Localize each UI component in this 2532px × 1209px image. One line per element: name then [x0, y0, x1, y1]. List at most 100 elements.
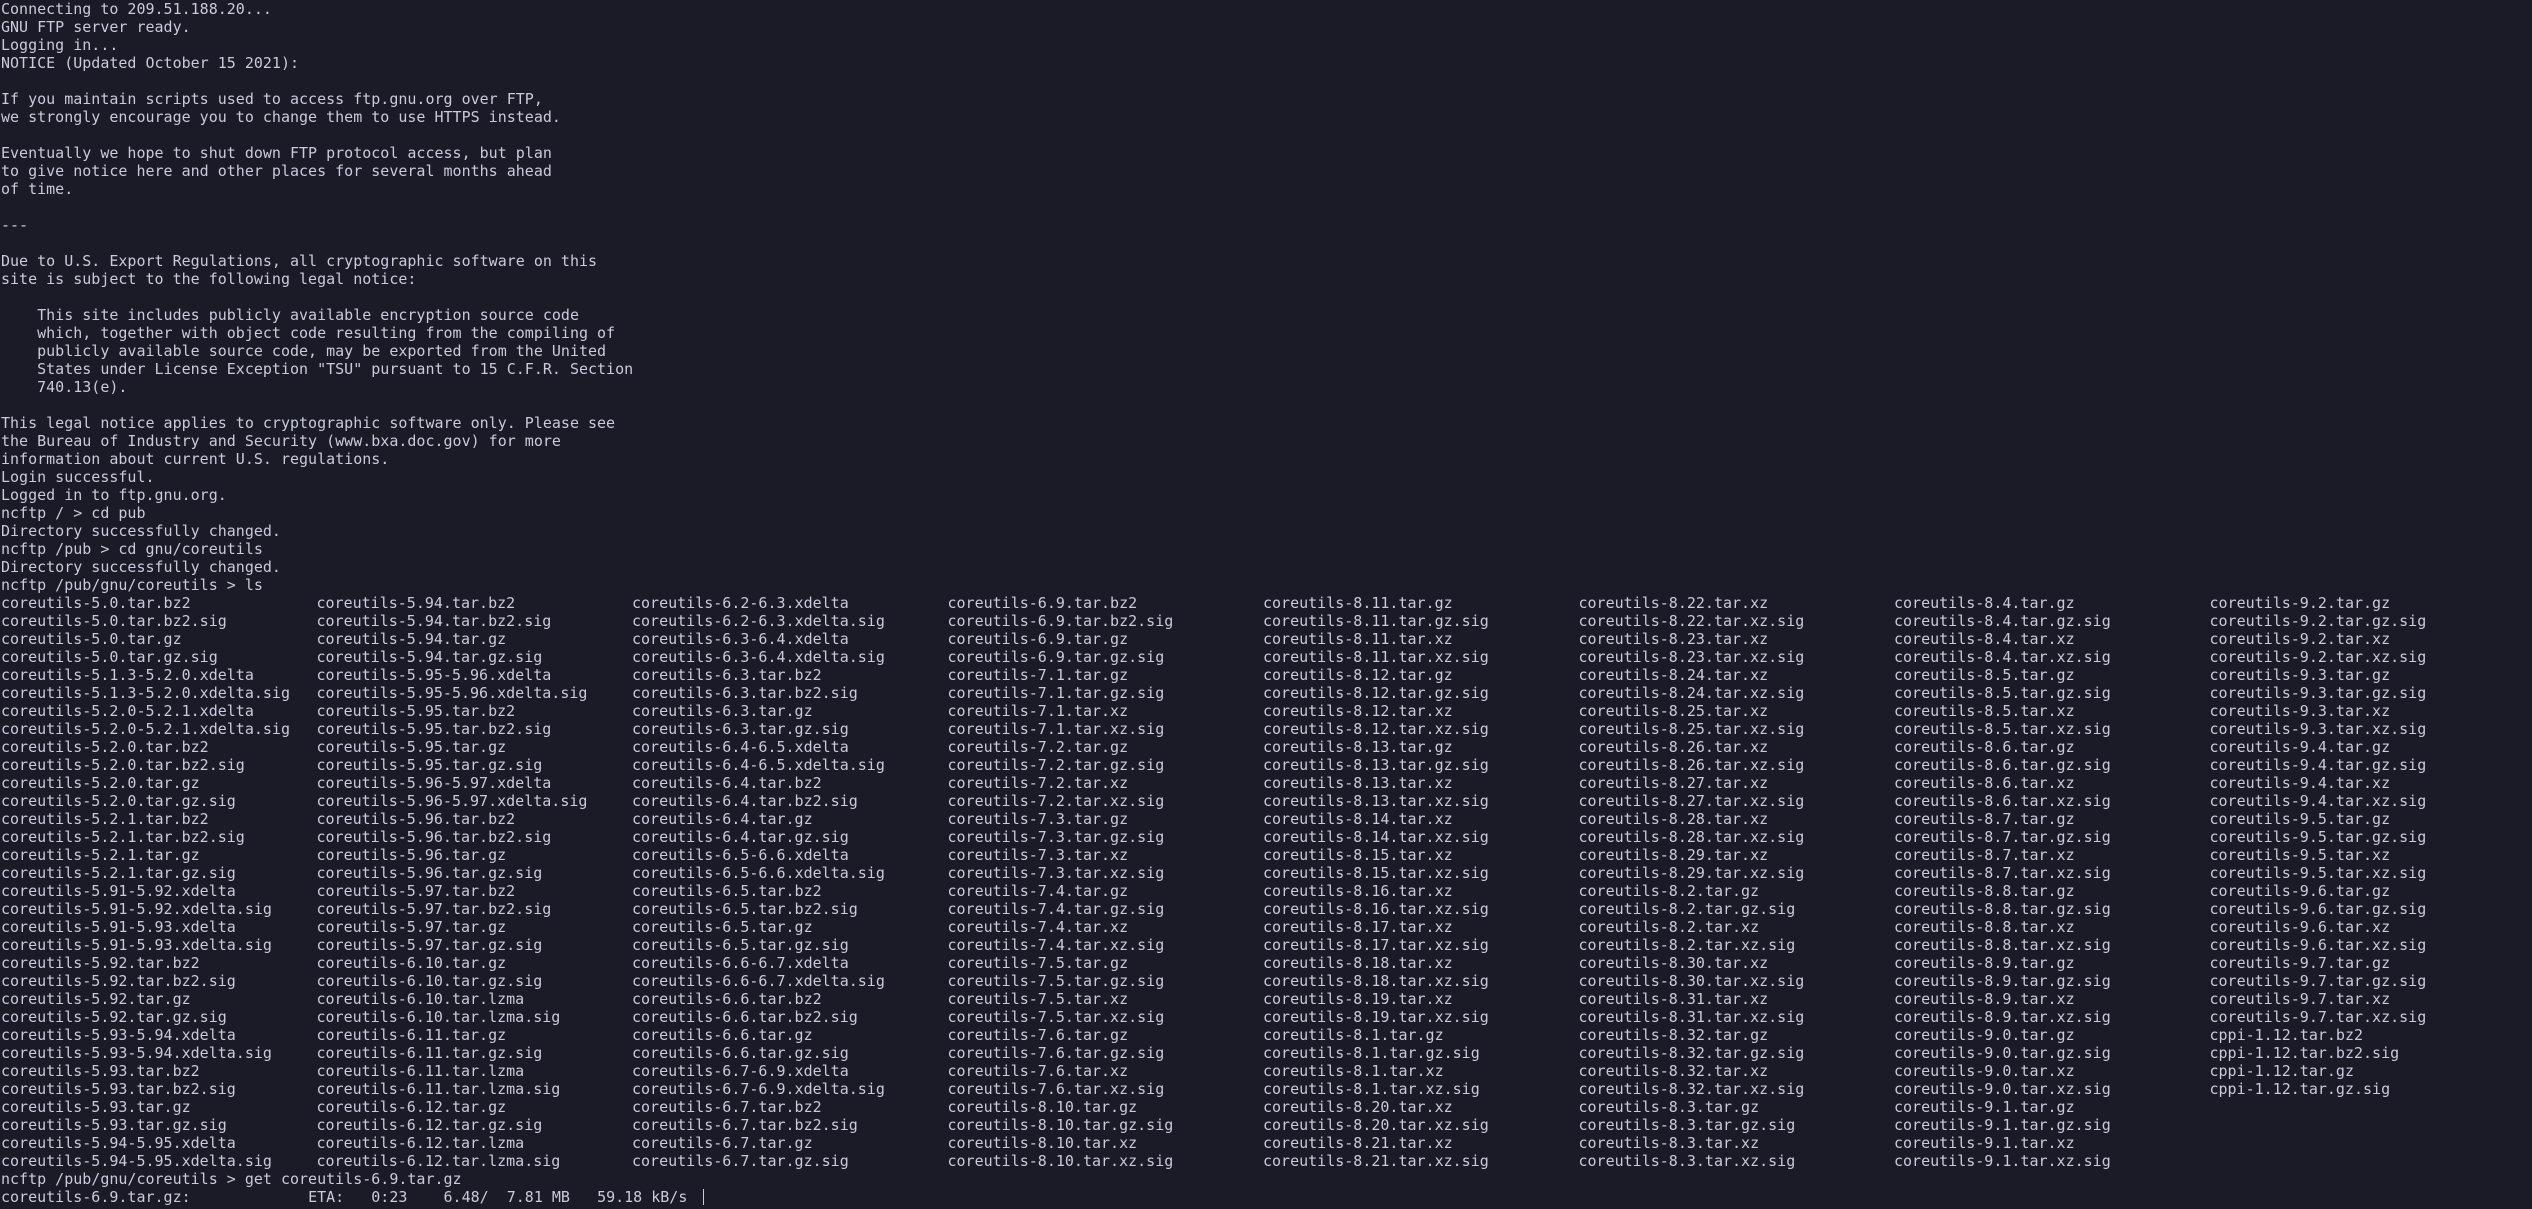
- terminal-output: Connecting to 209.51.188.20... GNU FTP se…: [1, 0, 2532, 594]
- file-entry: coreutils-7.1.tar.xz.sig: [947, 720, 1165, 738]
- file-entry: coreutils-8.13.tar.xz.sig: [1263, 792, 1489, 810]
- file-entry: coreutils-5.0.tar.gz: [1, 630, 182, 648]
- progress-eta-label: ETA:: [308, 1188, 345, 1206]
- file-entry: coreutils-9.3.tar.xz.sig: [2209, 720, 2427, 738]
- file-entry: coreutils-8.10.tar.gz: [947, 1098, 1138, 1116]
- file-entry: coreutils-7.4.tar.xz: [947, 918, 1129, 936]
- file-entry: coreutils-6.6.tar.bz2: [632, 990, 822, 1008]
- file-entry: coreutils-9.2.tar.xz: [2209, 630, 2391, 648]
- file-entry: coreutils-8.18.tar.xz: [1263, 954, 1453, 972]
- output-line: the Bureau of Industry and Security (www…: [1, 432, 561, 450]
- file-entry: coreutils-7.1.tar.gz: [947, 666, 1129, 684]
- file-entry: coreutils-5.95-5.96.xdelta.sig: [316, 684, 588, 702]
- file-entry: coreutils-6.9.tar.gz: [947, 630, 1129, 648]
- file-entry: coreutils-6.4.tar.bz2.sig: [632, 792, 858, 810]
- file-entry: coreutils-8.2.tar.xz: [1578, 918, 1760, 936]
- file-entry: coreutils-8.14.tar.xz: [1263, 810, 1453, 828]
- file-entry: coreutils-7.5.tar.gz: [947, 954, 1129, 972]
- file-entry: coreutils-5.93.tar.bz2.sig: [1, 1080, 236, 1098]
- output-line: This legal notice applies to cryptograph…: [1, 414, 616, 432]
- file-entry: coreutils-8.10.tar.gz.sig: [947, 1116, 1174, 1134]
- file-entry: coreutils-5.95.tar.bz2.sig: [316, 720, 552, 738]
- file-entry: coreutils-8.4.tar.gz.sig: [1894, 612, 2111, 630]
- directory-listing: coreutils-5.0.tar.bz2 coreutils-5.0.tar.b…: [1, 594, 2532, 1170]
- file-entry: coreutils-5.96.tar.gz: [316, 846, 507, 864]
- file-entry: coreutils-8.18.tar.xz.sig: [1263, 972, 1489, 990]
- file-entry: coreutils-6.11.tar.lzma: [316, 1062, 525, 1080]
- file-entry: coreutils-9.5.tar.xz.sig: [2209, 864, 2427, 882]
- file-entry: coreutils-9.4.tar.xz: [2209, 774, 2391, 792]
- file-entry: coreutils-8.5.tar.gz: [1894, 666, 2075, 684]
- output-line: Directory successfully changed.: [1, 522, 281, 540]
- file-entry: coreutils-7.6.tar.gz: [947, 1026, 1129, 1044]
- file-entry: coreutils-8.9.tar.xz.sig: [1894, 1008, 2111, 1026]
- file-entry: coreutils-8.21.tar.xz.sig: [1263, 1152, 1489, 1170]
- file-entry: coreutils-8.2.tar.gz: [1578, 882, 1760, 900]
- file-entry: coreutils-8.1.tar.xz: [1263, 1062, 1444, 1080]
- file-entry: coreutils-6.7-6.9.xdelta: [632, 1062, 849, 1080]
- file-entry: coreutils-8.15.tar.xz.sig: [1263, 864, 1489, 882]
- file-entry: coreutils-6.12.tar.gz: [316, 1098, 507, 1116]
- file-entry: coreutils-5.92.tar.bz2: [1, 954, 200, 972]
- file-entry: coreutils-6.4.tar.bz2: [632, 774, 822, 792]
- file-entry: coreutils-6.6-6.7.xdelta: [632, 954, 849, 972]
- file-entry: coreutils-7.5.tar.xz.sig: [947, 1008, 1165, 1026]
- file-entry: coreutils-8.20.tar.xz: [1263, 1098, 1453, 1116]
- file-entry: coreutils-5.94.tar.bz2.sig: [316, 612, 552, 630]
- file-entry: coreutils-5.95.tar.bz2: [316, 702, 516, 720]
- file-entry: coreutils-9.0.tar.xz.sig: [1894, 1080, 2111, 1098]
- file-entry: coreutils-5.94.tar.bz2: [316, 594, 516, 612]
- file-entry: coreutils-7.1.tar.gz.sig: [947, 684, 1165, 702]
- file-entry: coreutils-9.1.tar.xz.sig: [1894, 1152, 2111, 1170]
- file-entry: coreutils-5.95.tar.gz.sig: [316, 756, 543, 774]
- output-line: information about current U.S. regulatio…: [1, 450, 390, 468]
- file-entry: coreutils-8.16.tar.xz: [1263, 882, 1453, 900]
- file-entry: coreutils-8.32.tar.xz: [1578, 1062, 1769, 1080]
- file-entry: coreutils-9.1.tar.xz: [1894, 1134, 2075, 1152]
- file-entry: coreutils-5.91-5.93.xdelta.sig: [1, 936, 272, 954]
- file-entry: coreutils-7.4.tar.xz.sig: [947, 936, 1165, 954]
- text-cursor[interactable]: [703, 1189, 705, 1205]
- file-entry: coreutils-5.97.tar.bz2.sig: [316, 900, 552, 918]
- file-entry: coreutils-6.4.tar.gz.sig: [632, 828, 849, 846]
- file-entry: coreutils-8.13.tar.gz: [1263, 738, 1453, 756]
- file-entry: coreutils-5.2.1.tar.gz: [1, 846, 200, 864]
- file-entry: coreutils-6.6.tar.bz2.sig: [632, 1008, 858, 1026]
- file-entry: coreutils-9.5.tar.xz: [2209, 846, 2391, 864]
- output-line: to give notice here and other places for…: [1, 162, 552, 180]
- file-entry: coreutils-6.5.tar.gz.sig: [632, 936, 849, 954]
- file-entry: coreutils-9.4.tar.xz.sig: [2209, 792, 2427, 810]
- file-entry: coreutils-5.92.tar.bz2.sig: [1, 972, 236, 990]
- file-entry: coreutils-6.6.tar.gz.sig: [632, 1044, 849, 1062]
- file-entry: coreutils-8.22.tar.xz.sig: [1578, 612, 1805, 630]
- file-entry: coreutils-7.4.tar.gz: [947, 882, 1129, 900]
- file-entry: coreutils-6.9.tar.bz2: [947, 594, 1138, 612]
- file-entry: coreutils-5.93-5.94.xdelta: [1, 1026, 236, 1044]
- file-entry: coreutils-8.25.tar.xz: [1578, 702, 1769, 720]
- file-entry: coreutils-8.26.tar.xz.sig: [1578, 756, 1805, 774]
- file-entry: coreutils-5.92.tar.gz: [1, 990, 191, 1008]
- file-entry: coreutils-5.2.0.tar.bz2.sig: [1, 756, 245, 774]
- file-entry: coreutils-8.32.tar.gz: [1578, 1026, 1769, 1044]
- file-entry: coreutils-5.96.tar.bz2.sig: [316, 828, 552, 846]
- output-line: States under License Exception "TSU" pur…: [1, 360, 634, 378]
- file-entry: coreutils-8.8.tar.gz: [1894, 882, 2075, 900]
- file-entry: coreutils-9.3.tar.gz.sig: [2209, 684, 2427, 702]
- file-entry: coreutils-8.17.tar.xz: [1263, 918, 1453, 936]
- file-entry: coreutils-8.12.tar.xz.sig: [1263, 720, 1489, 738]
- file-entry: coreutils-6.5-6.6.xdelta.sig: [632, 864, 885, 882]
- file-entry: coreutils-6.7.tar.gz.sig: [632, 1152, 849, 1170]
- file-entry: coreutils-9.7.tar.gz.sig: [2209, 972, 2427, 990]
- output-line: ncftp / > cd pub: [1, 504, 146, 522]
- progress-filename: coreutils-6.9.tar.gz:: [1, 1188, 191, 1206]
- file-entry: coreutils-6.3.tar.bz2: [632, 666, 822, 684]
- file-entry: coreutils-5.92.tar.gz.sig: [1, 1008, 227, 1026]
- file-entry: coreutils-8.29.tar.xz.sig: [1578, 864, 1805, 882]
- terminal-window[interactable]: Connecting to 209.51.188.20... GNU FTP se…: [0, 0, 2532, 1209]
- file-entry: coreutils-6.9.tar.bz2.sig: [947, 612, 1174, 630]
- file-entry: coreutils-7.3.tar.gz: [947, 810, 1129, 828]
- file-entry: coreutils-5.2.0-5.2.1.xdelta: [1, 702, 254, 720]
- file-entry: coreutils-7.4.tar.gz.sig: [947, 900, 1165, 918]
- file-entry: coreutils-6.6.tar.gz: [632, 1026, 813, 1044]
